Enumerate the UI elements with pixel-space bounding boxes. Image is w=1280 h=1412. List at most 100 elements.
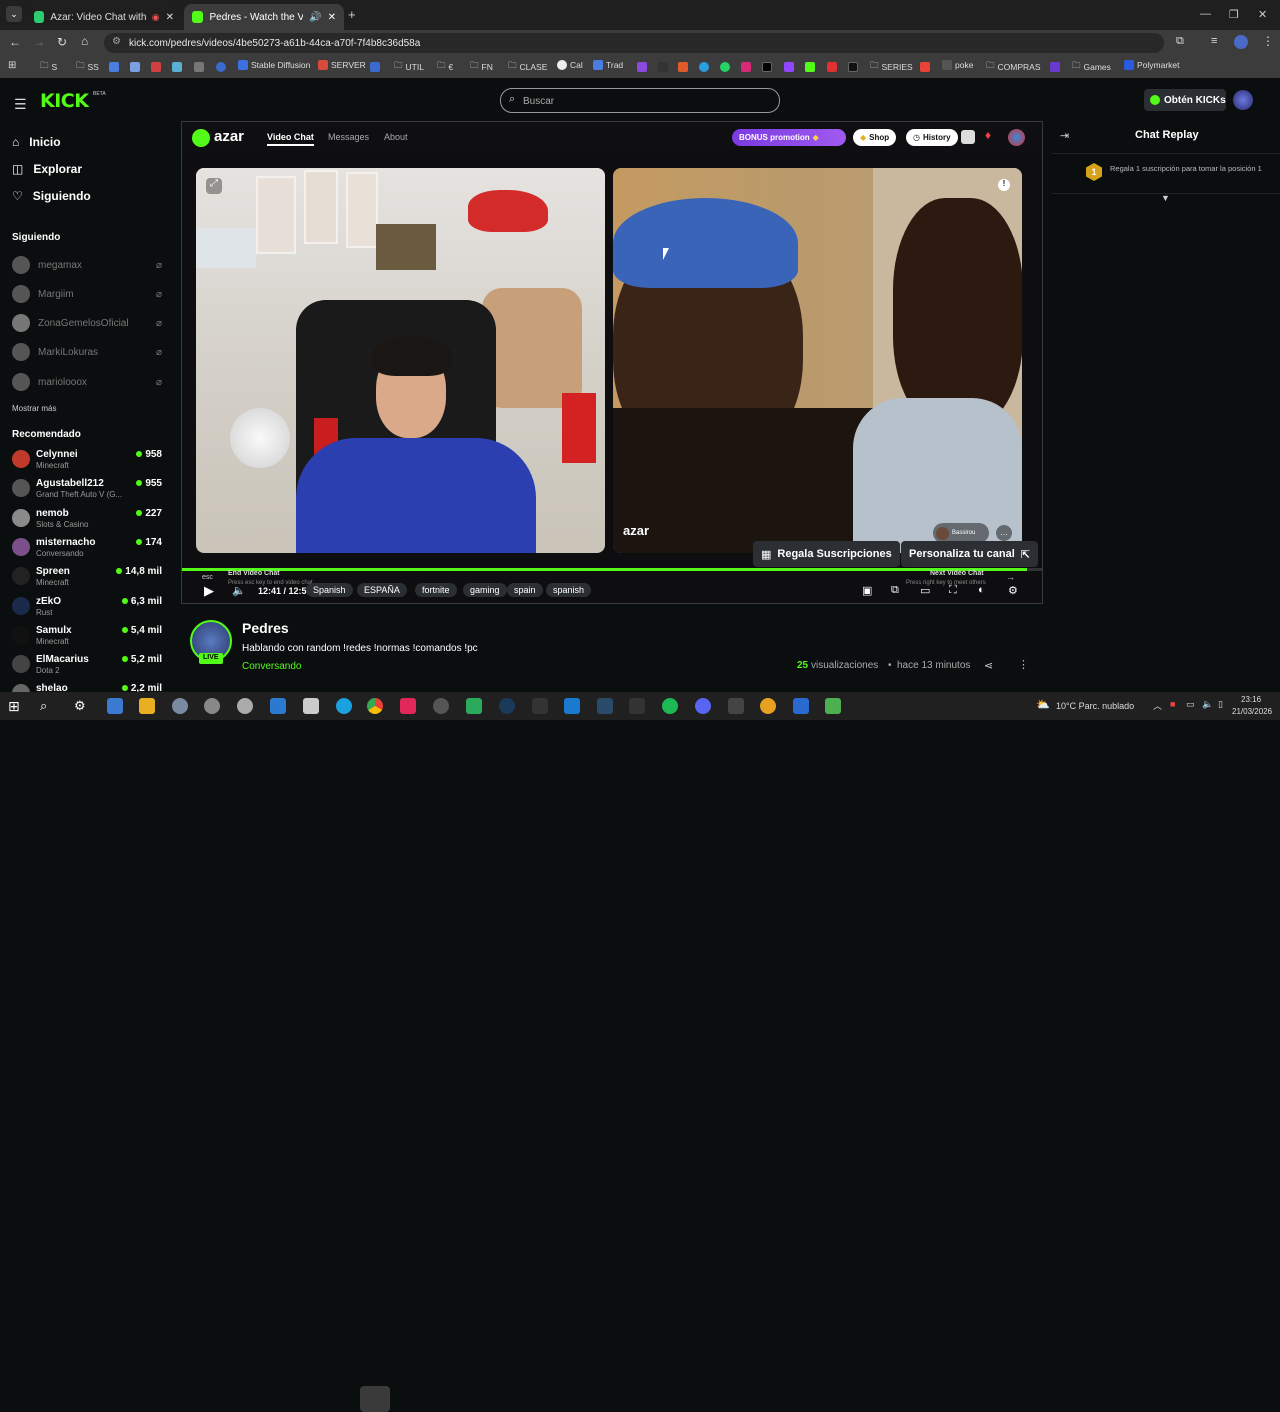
azar-tab-messages[interactable]: Messages: [328, 132, 369, 142]
recommended-channel[interactable]: Celynnei Minecraft 958: [12, 449, 162, 477]
gift-subs-button[interactable]: ▦ Regala Suscripciones: [753, 541, 900, 567]
bookmark-icon[interactable]: [130, 62, 140, 72]
show-more-link[interactable]: Mostrar más: [12, 404, 56, 413]
steam-icon[interactable]: [499, 698, 515, 714]
bookmark-poke[interactable]: poke: [942, 60, 973, 70]
recommended-channel[interactable]: Samulx Minecraft 5,4 mil: [12, 625, 162, 653]
bookmark-cal[interactable]: Cal: [557, 60, 583, 70]
bookmark-folder[interactable]: 🗀 €: [437, 60, 453, 74]
azar-profile-avatar[interactable]: [1008, 129, 1025, 146]
search-icon[interactable]: ⌕: [40, 698, 56, 714]
site-info-icon[interactable]: ⚙: [112, 36, 121, 47]
streamer-name[interactable]: Pedres: [242, 620, 289, 636]
extensions-icon[interactable]: ⧉: [1176, 35, 1184, 48]
vscode-icon[interactable]: [564, 698, 580, 714]
taskbar-app-icon[interactable]: [433, 698, 449, 714]
volume-icon[interactable]: 🔈: [232, 584, 246, 597]
bookmark-folder[interactable]: 🗀 SS: [76, 60, 99, 74]
azar-tab-about[interactable]: About: [384, 132, 408, 142]
taskbar-app-icon[interactable]: [270, 698, 286, 714]
bookmark-folder[interactable]: 🗀 COMPRAS: [986, 60, 1041, 74]
bookmark-icon[interactable]: [370, 62, 380, 72]
notification-bell-icon[interactable]: ♦: [985, 128, 991, 142]
category-link[interactable]: Conversando: [242, 661, 301, 672]
bookmark-folder[interactable]: 🗀 SERIES: [870, 60, 913, 74]
share-icon[interactable]: ⋖: [984, 659, 993, 672]
taskbar-app-icon[interactable]: [303, 698, 319, 714]
taskbar-app-icon[interactable]: [793, 698, 809, 714]
clip-icon[interactable]: ⧉: [891, 584, 899, 597]
taskbar-app-icon[interactable]: [629, 698, 645, 714]
bookmark-icon[interactable]: [194, 62, 204, 72]
search-input[interactable]: ⌕ Buscar: [500, 88, 780, 113]
peer-badge[interactable]: Bassirou: [933, 523, 989, 543]
nav-siguiendo[interactable]: ♡ Siguiendo: [12, 189, 91, 203]
clock-time[interactable]: 23:16: [1241, 695, 1261, 704]
url-bar[interactable]: ⚙ kick.com/pedres/videos/4be50273-a61b-4…: [104, 33, 1164, 53]
apps-icon[interactable]: ⊞: [8, 60, 16, 71]
gift-sub-prompt[interactable]: Regala 1 suscripción para tomar la posic…: [1110, 164, 1270, 173]
recommended-channel[interactable]: Spreen Minecraft 14,8 mil: [12, 566, 162, 594]
file-explorer-icon[interactable]: [139, 698, 155, 714]
shop-button[interactable]: ◆ Shop: [853, 129, 897, 146]
settings-gear-icon[interactable]: ⚙: [1008, 584, 1018, 597]
collapse-chat-icon[interactable]: ⇥: [1060, 129, 1069, 142]
network-icon[interactable]: ▭: [1186, 699, 1195, 710]
taskbar-app-icon[interactable]: [107, 698, 123, 714]
epic-games-icon[interactable]: [532, 698, 548, 714]
progress-track[interactable]: [182, 568, 1042, 571]
profile-avatar[interactable]: [1234, 35, 1248, 49]
taskbar-app-icon[interactable]: [204, 698, 220, 714]
recommended-channel[interactable]: Agustabell212 Grand Theft Auto V (G... 955: [12, 478, 162, 506]
kick-icon[interactable]: [805, 62, 815, 72]
hamburger-menu-icon[interactable]: ☰: [14, 96, 27, 113]
bookmark-icon[interactable]: [658, 62, 668, 72]
tag[interactable]: gaming: [463, 583, 507, 597]
windows-start-icon[interactable]: ⊞: [8, 698, 24, 714]
tab-kick[interactable]: Pedres - Watch the VOD on 🔊 ✕: [184, 4, 344, 30]
user-avatar[interactable]: [1233, 90, 1253, 110]
customize-channel-button[interactable]: Personaliza tu canal ⇱: [901, 541, 1038, 567]
tag[interactable]: ESPAÑA: [357, 583, 407, 597]
get-kicks-button[interactable]: Obtén KICKs: [1144, 89, 1226, 111]
clock-date[interactable]: 21/03/2026: [1232, 707, 1272, 716]
taskbar-app-icon[interactable]: [728, 698, 744, 714]
bookmark-icon[interactable]: [151, 62, 161, 72]
speed-icon[interactable]: ◐: [978, 584, 985, 596]
taskbar-app-icon[interactable]: [172, 698, 188, 714]
followed-channel[interactable]: megamax ⌀: [12, 256, 162, 274]
recommended-channel[interactable]: zEkO Rust 6,3 mil: [12, 596, 162, 624]
close-window-icon[interactable]: ✕: [1258, 8, 1267, 21]
azar-tab-video-chat[interactable]: Video Chat: [267, 132, 314, 146]
battery-icon[interactable]: ▯: [1218, 699, 1223, 710]
theater-icon[interactable]: ▭: [920, 584, 930, 597]
edge-icon[interactable]: [336, 698, 352, 714]
discord-icon[interactable]: [695, 698, 711, 714]
yahoo-icon[interactable]: [1050, 62, 1060, 72]
nav-inicio[interactable]: ⌂ Inicio: [12, 135, 61, 149]
bookmark-icon[interactable]: [216, 62, 226, 72]
bookmark-polymarket[interactable]: Polymarket: [1124, 60, 1180, 70]
bookmark-stable-diffusion[interactable]: Stable Diffusion: [238, 60, 310, 70]
chrome-icon[interactable]: [367, 698, 383, 714]
expand-leaderboard-icon[interactable]: ▼: [1161, 193, 1170, 203]
settings-icon[interactable]: ⚙: [74, 698, 90, 714]
x-icon[interactable]: [762, 62, 772, 72]
recommended-channel[interactable]: ElMacarius Dota 2 5,2 mil: [12, 654, 162, 682]
taskbar-app-icon[interactable]: [237, 698, 253, 714]
report-icon[interactable]: !: [998, 179, 1010, 191]
bookmark-icon[interactable]: [637, 62, 647, 72]
tray-app-icon[interactable]: ■: [1170, 699, 1175, 709]
taskbar-app-icon[interactable]: [400, 698, 416, 714]
followed-channel[interactable]: MarkiLokuras ⌀: [12, 343, 162, 361]
bookmark-folder[interactable]: 🗀 UTIL: [394, 60, 424, 74]
history-button[interactable]: ◷ History: [906, 129, 958, 146]
close-tab-icon[interactable]: ✕: [166, 12, 174, 23]
followed-channel[interactable]: mariolooox ⌀: [12, 373, 162, 391]
tiktok-icon[interactable]: [848, 62, 858, 72]
taskbar-app-icon[interactable]: [466, 698, 482, 714]
tag[interactable]: Spanish: [306, 583, 353, 597]
followed-channel[interactable]: ZonaGemelosOficial ⌀: [12, 314, 162, 332]
volume-icon[interactable]: 🔈: [1202, 699, 1213, 710]
whatsapp-icon[interactable]: [720, 62, 730, 72]
